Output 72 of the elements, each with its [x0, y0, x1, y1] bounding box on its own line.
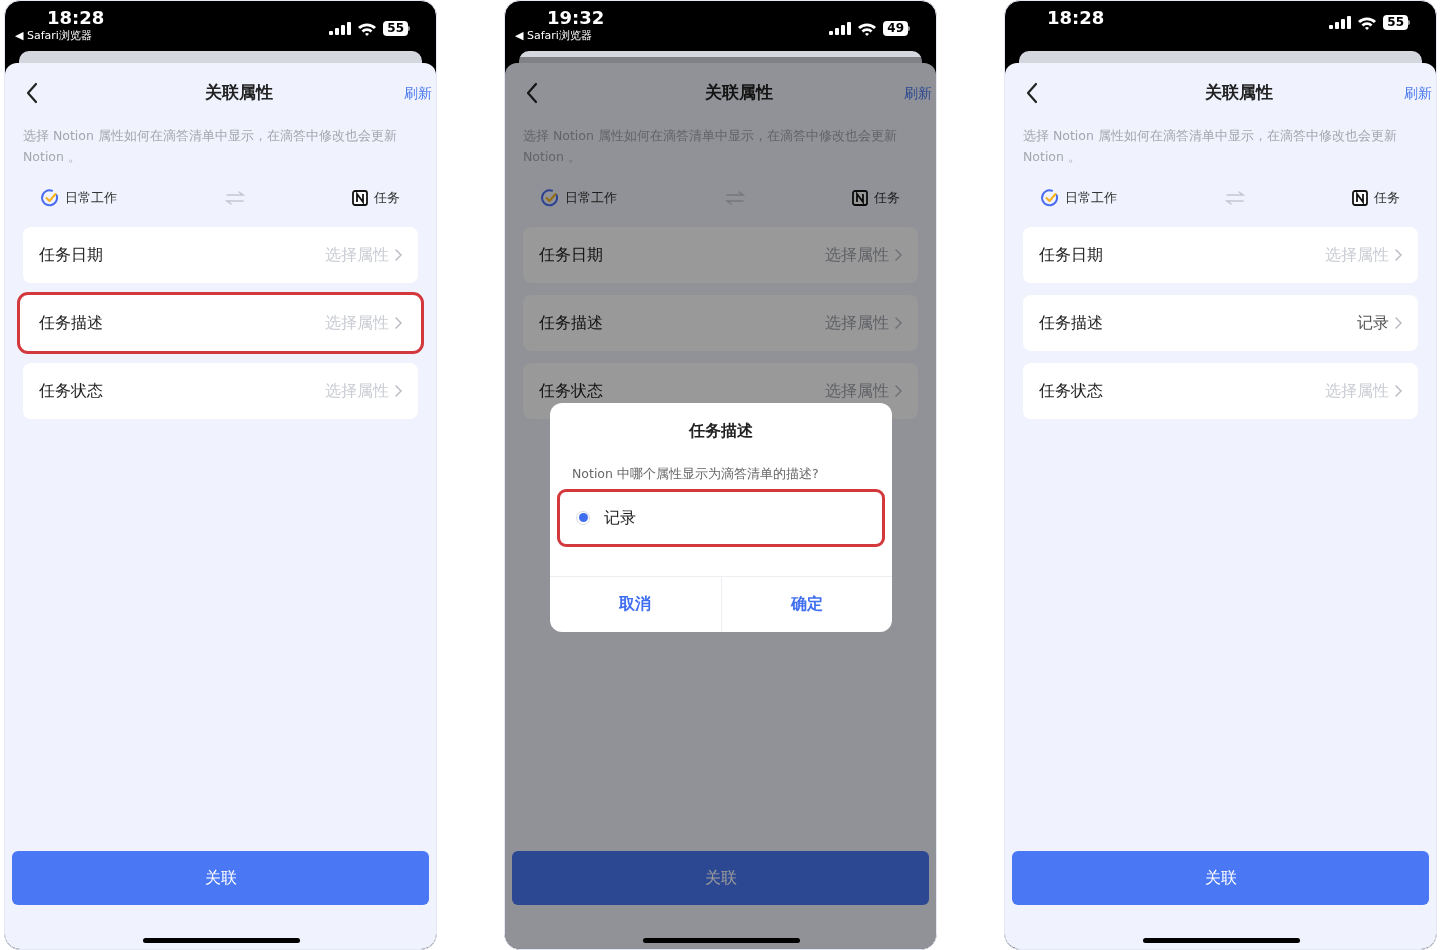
dialog-button[interactable]: 确定 [720, 576, 892, 632]
battery-indicator: 55 [1383, 15, 1408, 30]
chevron-right-icon [895, 249, 902, 261]
property-row[interactable]: 任务描述 记录 [1023, 295, 1418, 351]
property-value: 选择属性 [825, 312, 889, 334]
signal-icon [329, 22, 352, 35]
chevron-right-icon [1395, 385, 1402, 397]
property-label: 任务日期 [39, 244, 103, 266]
swap-arrows-icon [224, 191, 245, 205]
database-name: 任务 [374, 188, 400, 207]
wifi-icon [357, 21, 378, 36]
list-name: 日常工作 [1065, 188, 1117, 207]
signal-icon [829, 22, 852, 35]
chevron-right-icon [395, 249, 402, 261]
property-value: 选择属性 [825, 244, 889, 266]
property-row[interactable]: 任务描述 选择属性 [523, 295, 918, 351]
property-value: 选择属性 [825, 380, 889, 402]
description-text: 选择 Notion 属性如何在滴答清单中显示，在滴答中修改也会更新 Notion 。 [23, 127, 398, 166]
chevron-right-icon [1395, 317, 1402, 329]
notebook-icon [852, 190, 868, 206]
notebook-icon [352, 190, 368, 206]
chevron-right-icon [395, 317, 402, 329]
clock-time: 19:32 [547, 7, 605, 29]
option-row[interactable]: 记录 [560, 491, 882, 544]
chevron-right-icon [395, 385, 402, 397]
database-name: 任务 [1374, 188, 1400, 207]
check-circle-icon [1041, 189, 1059, 207]
property-label: 任务描述 [39, 312, 103, 334]
dialog-question: Notion 中哪个属性显示为滴答清单的描述? [571, 465, 820, 483]
property-label: 任务状态 [39, 380, 103, 402]
property-value: 记录 [1357, 312, 1389, 334]
property-label: 任务描述 [1039, 312, 1103, 334]
back-icon [25, 82, 39, 104]
chevron-right-icon [895, 385, 902, 397]
back-to-app-link[interactable]: ◀ Safari浏览器 [515, 29, 605, 43]
battery-indicator: 55 [383, 21, 408, 36]
property-label: 任务状态 [1039, 380, 1103, 402]
battery-indicator: 49 [883, 21, 908, 36]
chevron-right-icon [895, 317, 902, 329]
list-name: 日常工作 [65, 188, 117, 207]
property-label: 任务描述 [539, 312, 603, 334]
signal-icon [1329, 16, 1352, 29]
check-circle-icon [541, 189, 559, 207]
property-row[interactable]: 任务日期 选择属性 [523, 227, 918, 283]
swap-arrows-icon [724, 191, 745, 205]
back-icon [1025, 82, 1039, 104]
list-name: 日常工作 [565, 188, 617, 207]
screen-title: 关联属性 [704, 81, 773, 105]
description-text: 选择 Notion 属性如何在滴答清单中显示，在滴答中修改也会更新 Notion 。 [1023, 127, 1398, 166]
database-name: 任务 [874, 188, 900, 207]
back-icon [525, 82, 539, 104]
back-to-app-link[interactable]: ◀ Safari浏览器 [15, 29, 105, 43]
link-button[interactable]: 关联 [1012, 851, 1429, 905]
check-circle-icon [41, 189, 59, 207]
link-button[interactable]: 关联 [12, 851, 429, 905]
wifi-icon [857, 21, 878, 36]
refresh-link[interactable]: 刷新 [1404, 82, 1432, 104]
screen-title: 关联属性 [1204, 81, 1273, 105]
property-label: 任务状态 [539, 380, 603, 402]
property-label: 任务日期 [1039, 244, 1103, 266]
refresh-link[interactable]: 刷新 [404, 82, 432, 104]
chevron-right-icon [1395, 249, 1402, 261]
dialog-title: 任务描述 [687, 420, 754, 442]
swap-arrows-icon [1224, 191, 1245, 205]
clock-time: 18:28 [47, 7, 105, 29]
notebook-icon [1352, 190, 1368, 206]
wifi-icon [1357, 15, 1378, 30]
dialog-button[interactable]: 取消 [550, 576, 721, 632]
property-label: 任务日期 [539, 244, 603, 266]
screen-title: 关联属性 [204, 81, 273, 105]
clock-time: 18:28 [1047, 7, 1105, 29]
option-label: 记录 [604, 506, 636, 529]
